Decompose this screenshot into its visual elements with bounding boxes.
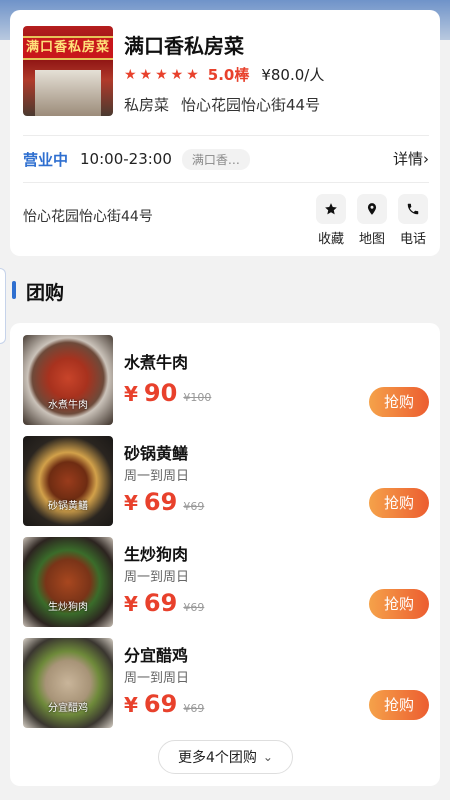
deal-item[interactable]: 生炒狗肉 生炒狗肉 周一到周日 ¥ 69 ¥69 抢购 bbox=[10, 537, 440, 629]
shop-area: 怡心花园怡心街44号 bbox=[181, 96, 321, 114]
group-deals-card: 水煮牛肉 水煮牛肉 ¥ 90 ¥100 抢购 砂锅黄鳝 砂锅黄鳝 周一到周日 ¥… bbox=[10, 323, 440, 786]
phone-button[interactable]: 电话 bbox=[397, 194, 429, 247]
deal-photo-caption: 砂锅黄鳝 bbox=[48, 501, 88, 512]
buy-button[interactable]: 抢购 bbox=[369, 488, 429, 518]
deal-photo-caption: 生炒狗肉 bbox=[48, 602, 88, 613]
deal-price: ¥ 90 ¥100 bbox=[124, 379, 211, 407]
chevron-right-icon: › bbox=[423, 150, 429, 168]
phone-icon bbox=[398, 194, 428, 224]
deal-validity: 周一到周日 bbox=[124, 671, 190, 686]
divider bbox=[23, 182, 429, 183]
shop-address: 怡心花园怡心街44号 bbox=[23, 209, 153, 225]
deal-item[interactable]: 水煮牛肉 水煮牛肉 ¥ 90 ¥100 抢购 bbox=[10, 335, 440, 427]
section-accent-bar bbox=[12, 281, 16, 299]
favorite-button[interactable]: 收藏 bbox=[315, 194, 347, 247]
shop-photo-sign: 满口香私房菜 bbox=[23, 36, 113, 60]
deal-price: ¥ 69 ¥69 bbox=[124, 690, 204, 718]
location-pin-icon bbox=[357, 194, 387, 224]
deal-price: ¥ 69 ¥69 bbox=[124, 488, 204, 516]
currency-symbol: ¥ bbox=[124, 592, 138, 616]
deal-original-price: ¥69 bbox=[183, 601, 205, 614]
map-label: 地图 bbox=[358, 232, 385, 247]
more-deals-button[interactable]: 更多4个团购 ⌄ bbox=[158, 740, 293, 774]
map-button[interactable]: 地图 bbox=[356, 194, 388, 247]
currency-symbol: ¥ bbox=[124, 693, 138, 717]
more-deals-label: 更多4个团购 bbox=[178, 750, 257, 766]
favorite-label: 收藏 bbox=[317, 232, 344, 247]
deal-photo-caption: 水煮牛肉 bbox=[48, 400, 88, 411]
shop-photo[interactable]: 满口香私房菜 bbox=[23, 26, 113, 116]
buy-button[interactable]: 抢购 bbox=[369, 690, 429, 720]
deal-photo[interactable]: 分宜醋鸡 bbox=[23, 638, 113, 728]
details-label: 详情 bbox=[392, 150, 423, 168]
shop-photo-door bbox=[35, 70, 101, 116]
deal-validity: 周一到周日 bbox=[124, 469, 190, 484]
business-hours-row: 营业中 10:00-23:00 满口香… 详情› bbox=[23, 148, 429, 170]
category-row: 私房菜 怡心花园怡心街44号 bbox=[124, 94, 320, 115]
deal-photo-caption: 分宜醋鸡 bbox=[48, 703, 88, 714]
hours-tag: 满口香… bbox=[181, 148, 250, 170]
deal-photo[interactable]: 砂锅黄鳝 bbox=[23, 436, 113, 526]
rating-row: ★★★★★ 5.0棒 ¥80.0/人 bbox=[124, 64, 324, 85]
deal-original-price: ¥100 bbox=[183, 391, 212, 404]
deal-name: 生炒狗肉 bbox=[124, 545, 189, 564]
deal-photo[interactable]: 生炒狗肉 bbox=[23, 537, 113, 627]
business-hours: 10:00-23:00 bbox=[80, 150, 172, 168]
deal-photo[interactable]: 水煮牛肉 bbox=[23, 335, 113, 425]
deal-price: ¥ 69 ¥69 bbox=[124, 589, 204, 617]
star-icon bbox=[316, 194, 346, 224]
deal-current-price: 69 bbox=[143, 488, 178, 516]
currency-symbol: ¥ bbox=[124, 382, 138, 406]
deal-validity: 周一到周日 bbox=[124, 570, 190, 585]
chevron-down-icon: ⌄ bbox=[262, 750, 273, 764]
price-per-person: ¥80.0/人 bbox=[261, 66, 325, 84]
rating-stars-icon: ★★★★★ bbox=[124, 66, 202, 83]
deal-item[interactable]: 分宜醋鸡 分宜醋鸡 周一到周日 ¥ 69 ¥69 抢购 bbox=[10, 638, 440, 730]
deal-original-price: ¥69 bbox=[183, 500, 205, 513]
deal-name: 砂锅黄鳝 bbox=[124, 444, 189, 463]
deal-name: 分宜醋鸡 bbox=[124, 646, 189, 665]
shop-name: 满口香私房菜 bbox=[124, 34, 244, 58]
shop-info-card: 满口香私房菜 满口香私房菜 ★★★★★ 5.0棒 ¥80.0/人 私房菜 怡心花园… bbox=[10, 10, 440, 256]
divider bbox=[23, 135, 429, 136]
side-drawer-handle[interactable] bbox=[0, 268, 6, 344]
shop-category: 私房菜 bbox=[124, 96, 170, 114]
buy-button[interactable]: 抢购 bbox=[369, 387, 429, 417]
deal-item[interactable]: 砂锅黄鳝 砂锅黄鳝 周一到周日 ¥ 69 ¥69 抢购 bbox=[10, 436, 440, 528]
deal-current-price: 90 bbox=[143, 379, 178, 407]
buy-button[interactable]: 抢购 bbox=[369, 589, 429, 619]
deal-name: 水煮牛肉 bbox=[124, 353, 189, 372]
deal-current-price: 69 bbox=[143, 589, 178, 617]
phone-label: 电话 bbox=[399, 232, 426, 247]
details-link[interactable]: 详情› bbox=[393, 148, 429, 170]
open-status: 营业中 bbox=[23, 150, 69, 169]
deal-original-price: ¥69 bbox=[183, 702, 205, 715]
deal-current-price: 69 bbox=[143, 690, 178, 718]
section-title: 团购 bbox=[26, 282, 65, 304]
currency-symbol: ¥ bbox=[124, 491, 138, 515]
rating-score: 5.0棒 bbox=[207, 66, 250, 84]
